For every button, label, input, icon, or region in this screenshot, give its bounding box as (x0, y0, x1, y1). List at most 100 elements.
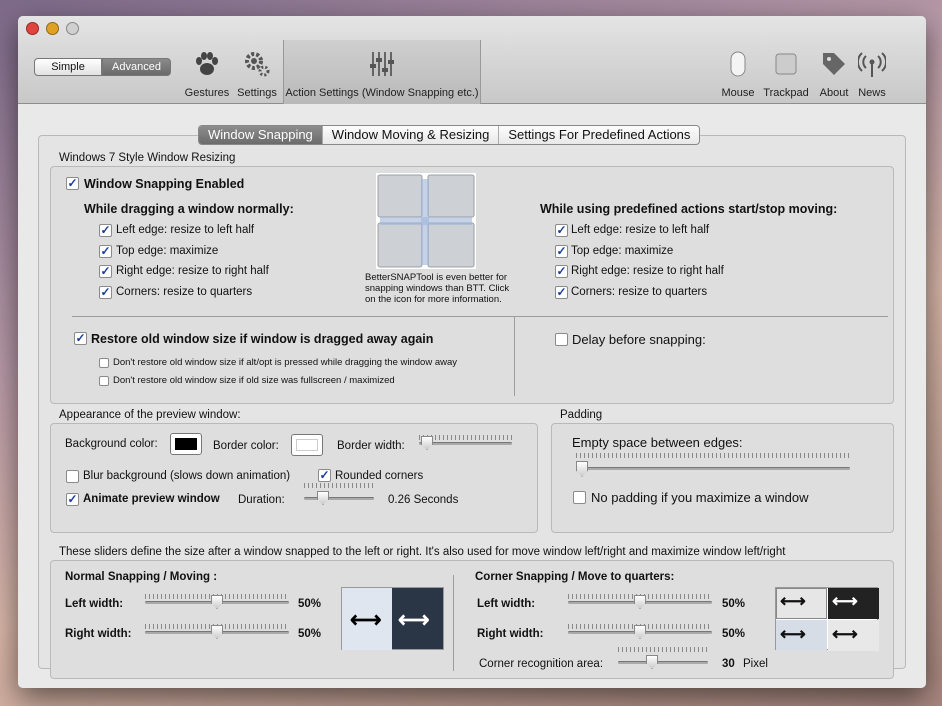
restore-size-label: Restore old window size if window is dra… (91, 332, 434, 346)
delay-snapping-label: Delay before snapping: (572, 332, 706, 347)
corner-left-width-value: 50% (722, 598, 746, 610)
drag-right-edge-label: Right edge: resize to right half (116, 265, 269, 277)
blur-background-label: Blur background (slows down animation) (83, 470, 291, 482)
normal-left-width-value: 50% (298, 598, 322, 610)
corner-right-width-label: Right width: (477, 628, 544, 640)
toolbar-action-settings[interactable]: Action Settings (Window Snapping etc.) (283, 40, 481, 104)
corner-snapping-title: Corner Snapping / Move to quarters: (475, 571, 675, 583)
resizing-section-title: Windows 7 Style Window Resizing (59, 152, 236, 164)
tab-window-moving[interactable]: Window Moving & Resizing (323, 126, 500, 144)
toolbar-settings[interactable]: Settings (235, 44, 279, 102)
snapping-enabled-label: Window Snapping Enabled (84, 177, 245, 191)
tab-bar: Window Snapping Window Moving & Resizing… (198, 125, 701, 145)
mouse-icon (730, 51, 746, 77)
restore-size-checkbox[interactable]: ✓ (74, 332, 87, 345)
corner-area-slider[interactable] (618, 647, 708, 669)
restore-fullscreen-checkbox[interactable] (99, 376, 109, 386)
divider (514, 316, 515, 396)
no-padding-label: No padding if you maximize a window (591, 490, 809, 505)
no-padding-checkbox[interactable] (573, 491, 586, 504)
predef-corners-checkbox[interactable]: ✓ (555, 286, 568, 299)
toolbar-mouse-label: Mouse (721, 87, 755, 99)
padding-title: Padding (560, 409, 603, 421)
antenna-icon (858, 52, 886, 77)
animate-preview-checkbox[interactable]: ✓ (66, 493, 79, 506)
drag-corners-label: Corners: resize to quarters (116, 286, 253, 298)
left-right-arrow-icon: ⟷ (780, 624, 806, 644)
normal-left-width-label: Left width: (65, 598, 124, 610)
corner-area-value: 30 (722, 658, 735, 670)
toolbar-action-settings-label: Action Settings (Window Snapping etc.) (285, 87, 479, 99)
predef-corners-label: Corners: resize to quarters (571, 286, 708, 298)
toolbar-settings-label: Settings (237, 87, 277, 99)
toolbar-news[interactable]: News (854, 44, 890, 102)
bg-color-well[interactable] (170, 433, 202, 455)
delay-snapping-checkbox[interactable] (555, 333, 568, 346)
drag-corners-checkbox[interactable]: ✓ (99, 286, 112, 299)
border-color-well[interactable] (291, 434, 323, 456)
predef-left-edge-label: Left edge: resize to left half (571, 224, 710, 236)
normal-left-width-slider[interactable] (145, 594, 289, 609)
normal-snapping-preview: ⟷ ⟷ (341, 587, 444, 650)
sizes-description: These sliders define the size after a wi… (59, 546, 786, 558)
divider (453, 575, 454, 671)
minimize-button[interactable] (46, 22, 59, 35)
corner-snapping-preview: ⟷ ⟷ ⟷ ⟷ (775, 587, 879, 651)
rounded-corners-checkbox[interactable]: ✓ (318, 469, 331, 482)
border-width-slider[interactable] (419, 435, 512, 450)
duration-label: Duration: (238, 494, 285, 506)
close-button[interactable] (26, 22, 39, 35)
corner-right-width-slider[interactable] (568, 624, 712, 639)
animate-preview-label: Animate preview window (83, 493, 220, 505)
normal-right-width-slider[interactable] (145, 624, 289, 639)
normal-right-width-label: Right width: (65, 628, 132, 640)
toolbar-trackpad[interactable]: Trackpad (760, 44, 812, 102)
left-right-arrow-icon: ⟷ (780, 591, 806, 611)
toolbar: Simple Advanced Gestures Settings Action… (18, 16, 926, 104)
predefined-heading: While using predefined actions start/sto… (540, 202, 838, 216)
zoom-button[interactable] (66, 22, 79, 35)
restore-alt-checkbox[interactable] (99, 358, 109, 368)
sliders-icon (370, 52, 394, 76)
tag-icon (823, 53, 845, 75)
corner-left-width-slider[interactable] (568, 594, 712, 609)
predef-left-edge-checkbox[interactable]: ✓ (555, 224, 568, 237)
drag-left-edge-label: Left edge: resize to left half (116, 224, 255, 236)
bettersnaptool-icon[interactable] (376, 173, 476, 269)
gears-icon (245, 52, 270, 77)
toolbar-mouse[interactable]: Mouse (718, 44, 758, 102)
drag-top-edge-checkbox[interactable]: ✓ (99, 245, 112, 258)
left-right-arrow-icon: ⟷ (832, 624, 858, 644)
dragging-heading: While dragging a window normally: (84, 202, 294, 216)
predef-top-edge-checkbox[interactable]: ✓ (555, 245, 568, 258)
content-area: Window Snapping Window Moving & Resizing… (18, 105, 926, 688)
normal-snapping-title: Normal Snapping / Moving : (65, 571, 218, 583)
divider (72, 316, 888, 317)
empty-space-label: Empty space between edges: (572, 435, 743, 450)
duration-value: 0.26 Seconds (388, 494, 459, 506)
predef-right-edge-label: Right edge: resize to right half (571, 265, 724, 277)
left-right-arrow-icon: ⟷ (832, 591, 858, 611)
drag-top-edge-label: Top edge: maximize (116, 245, 219, 257)
paw-icon (196, 52, 218, 75)
drag-right-edge-checkbox[interactable]: ✓ (99, 265, 112, 278)
snapping-enabled-checkbox[interactable]: ✓ (66, 177, 79, 190)
duration-slider[interactable] (304, 483, 374, 505)
toolbar-news-label: News (858, 87, 886, 99)
rounded-corners-label: Rounded corners (335, 470, 424, 482)
padding-slider[interactable] (576, 453, 850, 477)
toolbar-about[interactable]: About (814, 44, 854, 102)
advanced-mode-button[interactable]: Advanced (102, 58, 171, 76)
tab-window-snapping[interactable]: Window Snapping (199, 126, 323, 144)
toolbar-gestures-label: Gestures (184, 87, 230, 99)
bettersnaptool-promo: BetterSNAPTool is even better for snappi… (365, 272, 510, 305)
tab-predefined-actions[interactable]: Settings For Predefined Actions (499, 126, 699, 144)
bg-color-label: Background color: (65, 438, 158, 450)
blur-background-checkbox[interactable] (66, 470, 79, 483)
simple-mode-button[interactable]: Simple (34, 58, 102, 76)
drag-left-edge-checkbox[interactable]: ✓ (99, 224, 112, 237)
predef-right-edge-checkbox[interactable]: ✓ (555, 265, 568, 278)
border-width-label: Border width: (337, 440, 405, 452)
appearance-title: Appearance of the preview window: (59, 409, 241, 421)
toolbar-gestures[interactable]: Gestures (184, 44, 230, 102)
